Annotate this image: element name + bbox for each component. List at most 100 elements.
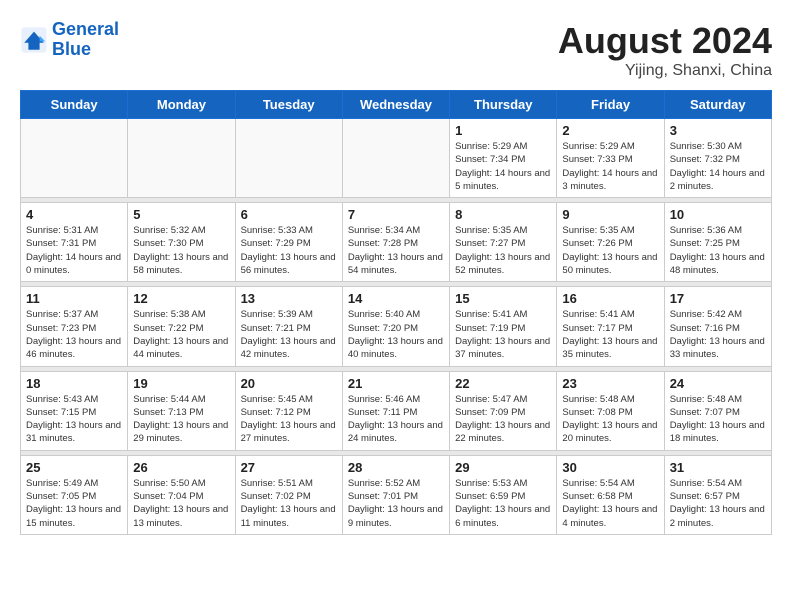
day-info: Sunrise: 5:45 AM Sunset: 7:12 PM Dayligh… bbox=[241, 393, 337, 446]
day-number: 3 bbox=[670, 123, 766, 138]
day-info: Sunrise: 5:47 AM Sunset: 7:09 PM Dayligh… bbox=[455, 393, 551, 446]
calendar-day bbox=[235, 119, 342, 198]
day-number: 26 bbox=[133, 460, 229, 475]
logo-icon bbox=[20, 26, 48, 54]
day-info: Sunrise: 5:40 AM Sunset: 7:20 PM Dayligh… bbox=[348, 308, 444, 361]
day-info: Sunrise: 5:32 AM Sunset: 7:30 PM Dayligh… bbox=[133, 224, 229, 277]
day-info: Sunrise: 5:50 AM Sunset: 7:04 PM Dayligh… bbox=[133, 477, 229, 530]
day-info: Sunrise: 5:30 AM Sunset: 7:32 PM Dayligh… bbox=[670, 140, 766, 193]
day-info: Sunrise: 5:29 AM Sunset: 7:33 PM Dayligh… bbox=[562, 140, 658, 193]
calendar-day: 15 Sunrise: 5:41 AM Sunset: 7:19 PM Dayli… bbox=[450, 287, 557, 366]
calendar-day: 23 Sunrise: 5:48 AM Sunset: 7:08 PM Dayli… bbox=[557, 371, 664, 450]
calendar-week-row: 11 Sunrise: 5:37 AM Sunset: 7:23 PM Dayli… bbox=[21, 287, 772, 366]
calendar-day: 5 Sunrise: 5:32 AM Sunset: 7:30 PM Daylig… bbox=[128, 203, 235, 282]
day-number: 6 bbox=[241, 207, 337, 222]
day-info: Sunrise: 5:38 AM Sunset: 7:22 PM Dayligh… bbox=[133, 308, 229, 361]
calendar-day: 8Sunrise: 5:35 AM Sunset: 7:27 PM Daylig… bbox=[450, 203, 557, 282]
calendar-day: 21 Sunrise: 5:46 AM Sunset: 7:11 PM Dayli… bbox=[342, 371, 449, 450]
calendar-day: 22 Sunrise: 5:47 AM Sunset: 7:09 PM Dayli… bbox=[450, 371, 557, 450]
day-number: 18 bbox=[26, 376, 122, 391]
calendar-day: 31 Sunrise: 5:54 AM Sunset: 6:57 PM Dayli… bbox=[664, 455, 771, 534]
calendar-day: 19 Sunrise: 5:44 AM Sunset: 7:13 PM Dayli… bbox=[128, 371, 235, 450]
day-info: Sunrise: 5:34 AM Sunset: 7:28 PM Dayligh… bbox=[348, 224, 444, 277]
day-number: 17 bbox=[670, 291, 766, 306]
day-number: 15 bbox=[455, 291, 551, 306]
calendar-day: 4 Sunrise: 5:31 AM Sunset: 7:31 PM Daylig… bbox=[21, 203, 128, 282]
calendar-day: 13Sunrise: 5:39 AM Sunset: 7:21 PM Dayli… bbox=[235, 287, 342, 366]
day-info: Sunrise: 5:54 AM Sunset: 6:58 PM Dayligh… bbox=[562, 477, 658, 530]
calendar-day: 14 Sunrise: 5:40 AM Sunset: 7:20 PM Dayli… bbox=[342, 287, 449, 366]
calendar-day: 7 Sunrise: 5:34 AM Sunset: 7:28 PM Daylig… bbox=[342, 203, 449, 282]
day-number: 27 bbox=[241, 460, 337, 475]
day-info: Sunrise: 5:37 AM Sunset: 7:23 PM Dayligh… bbox=[26, 308, 122, 361]
day-number: 16 bbox=[562, 291, 658, 306]
day-number: 11 bbox=[26, 291, 122, 306]
calendar-day: 30 Sunrise: 5:54 AM Sunset: 6:58 PM Dayli… bbox=[557, 455, 664, 534]
day-number: 9 bbox=[562, 207, 658, 222]
day-info: Sunrise: 5:35 AM Sunset: 7:27 PM Dayligh… bbox=[455, 224, 551, 277]
day-number: 1 bbox=[455, 123, 551, 138]
day-info: Sunrise: 5:42 AM Sunset: 7:16 PM Dayligh… bbox=[670, 308, 766, 361]
calendar-day: 16Sunrise: 5:41 AM Sunset: 7:17 PM Dayli… bbox=[557, 287, 664, 366]
calendar-day: 9 Sunrise: 5:35 AM Sunset: 7:26 PM Daylig… bbox=[557, 203, 664, 282]
weekday-header-row: SundayMondayTuesdayWednesdayThursdayFrid… bbox=[21, 91, 772, 119]
day-number: 28 bbox=[348, 460, 444, 475]
calendar-day: 24 Sunrise: 5:48 AM Sunset: 7:07 PM Dayli… bbox=[664, 371, 771, 450]
calendar-week-row: 4 Sunrise: 5:31 AM Sunset: 7:31 PM Daylig… bbox=[21, 203, 772, 282]
day-number: 19 bbox=[133, 376, 229, 391]
day-number: 24 bbox=[670, 376, 766, 391]
calendar-day: 29 Sunrise: 5:53 AM Sunset: 6:59 PM Dayli… bbox=[450, 455, 557, 534]
day-info: Sunrise: 5:51 AM Sunset: 7:02 PM Dayligh… bbox=[241, 477, 337, 530]
title-section: August 2024 Yijing, Shanxi, China bbox=[558, 20, 772, 80]
calendar-day: 10Sunrise: 5:36 AM Sunset: 7:25 PM Dayli… bbox=[664, 203, 771, 282]
day-info: Sunrise: 5:53 AM Sunset: 6:59 PM Dayligh… bbox=[455, 477, 551, 530]
day-number: 14 bbox=[348, 291, 444, 306]
weekday-header-friday: Friday bbox=[557, 91, 664, 119]
logo-text: General Blue bbox=[52, 20, 119, 60]
day-info: Sunrise: 5:54 AM Sunset: 6:57 PM Dayligh… bbox=[670, 477, 766, 530]
calendar-day: 18Sunrise: 5:43 AM Sunset: 7:15 PM Dayli… bbox=[21, 371, 128, 450]
day-number: 21 bbox=[348, 376, 444, 391]
day-number: 20 bbox=[241, 376, 337, 391]
weekday-header-sunday: Sunday bbox=[21, 91, 128, 119]
day-info: Sunrise: 5:31 AM Sunset: 7:31 PM Dayligh… bbox=[26, 224, 122, 277]
calendar-day: 20 Sunrise: 5:45 AM Sunset: 7:12 PM Dayli… bbox=[235, 371, 342, 450]
calendar-week-row: 25Sunrise: 5:49 AM Sunset: 7:05 PM Dayli… bbox=[21, 455, 772, 534]
day-info: Sunrise: 5:52 AM Sunset: 7:01 PM Dayligh… bbox=[348, 477, 444, 530]
logo: General Blue bbox=[20, 20, 119, 60]
calendar-day: 17 Sunrise: 5:42 AM Sunset: 7:16 PM Dayli… bbox=[664, 287, 771, 366]
day-number: 13 bbox=[241, 291, 337, 306]
day-number: 4 bbox=[26, 207, 122, 222]
weekday-header-saturday: Saturday bbox=[664, 91, 771, 119]
day-info: Sunrise: 5:35 AM Sunset: 7:26 PM Dayligh… bbox=[562, 224, 658, 277]
day-info: Sunrise: 5:44 AM Sunset: 7:13 PM Dayligh… bbox=[133, 393, 229, 446]
weekday-header-monday: Monday bbox=[128, 91, 235, 119]
day-info: Sunrise: 5:41 AM Sunset: 7:19 PM Dayligh… bbox=[455, 308, 551, 361]
day-number: 29 bbox=[455, 460, 551, 475]
calendar-week-row: 18Sunrise: 5:43 AM Sunset: 7:15 PM Dayli… bbox=[21, 371, 772, 450]
calendar-day bbox=[128, 119, 235, 198]
calendar-day: 26 Sunrise: 5:50 AM Sunset: 7:04 PM Dayli… bbox=[128, 455, 235, 534]
calendar-day: 28 Sunrise: 5:52 AM Sunset: 7:01 PM Dayli… bbox=[342, 455, 449, 534]
calendar-day: 2Sunrise: 5:29 AM Sunset: 7:33 PM Daylig… bbox=[557, 119, 664, 198]
day-number: 5 bbox=[133, 207, 229, 222]
calendar-day: 1Sunrise: 5:29 AM Sunset: 7:34 PM Daylig… bbox=[450, 119, 557, 198]
day-info: Sunrise: 5:33 AM Sunset: 7:29 PM Dayligh… bbox=[241, 224, 337, 277]
day-number: 30 bbox=[562, 460, 658, 475]
location-title: Yijing, Shanxi, China bbox=[558, 62, 772, 80]
calendar-day: 11 Sunrise: 5:37 AM Sunset: 7:23 PM Dayli… bbox=[21, 287, 128, 366]
page-header: General Blue August 2024 Yijing, Shanxi,… bbox=[20, 20, 772, 80]
calendar-day: 3 Sunrise: 5:30 AM Sunset: 7:32 PM Daylig… bbox=[664, 119, 771, 198]
day-info: Sunrise: 5:46 AM Sunset: 7:11 PM Dayligh… bbox=[348, 393, 444, 446]
day-info: Sunrise: 5:48 AM Sunset: 7:08 PM Dayligh… bbox=[562, 393, 658, 446]
weekday-header-tuesday: Tuesday bbox=[235, 91, 342, 119]
day-info: Sunrise: 5:48 AM Sunset: 7:07 PM Dayligh… bbox=[670, 393, 766, 446]
calendar-day: 25Sunrise: 5:49 AM Sunset: 7:05 PM Dayli… bbox=[21, 455, 128, 534]
calendar-day: 6 Sunrise: 5:33 AM Sunset: 7:29 PM Daylig… bbox=[235, 203, 342, 282]
day-number: 22 bbox=[455, 376, 551, 391]
day-number: 23 bbox=[562, 376, 658, 391]
day-number: 31 bbox=[670, 460, 766, 475]
month-title: August 2024 bbox=[558, 20, 772, 62]
day-number: 7 bbox=[348, 207, 444, 222]
calendar-table: SundayMondayTuesdayWednesdayThursdayFrid… bbox=[20, 90, 772, 535]
